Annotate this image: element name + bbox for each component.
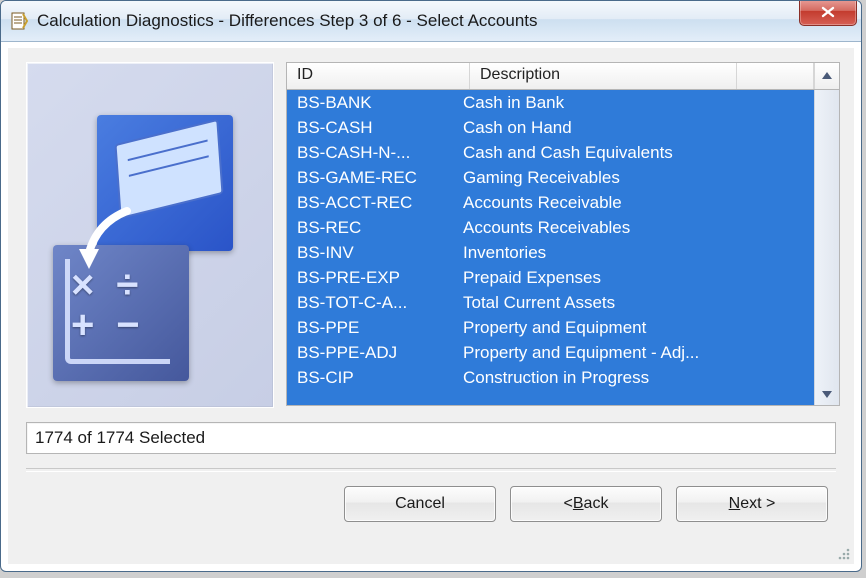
cell-id: BS-PPE-ADJ xyxy=(287,340,459,365)
cell-id: BS-TOT-C-A... xyxy=(287,290,459,315)
table-row[interactable]: BS-GAME-RECGaming Receivables xyxy=(287,165,814,190)
vertical-scrollbar[interactable] xyxy=(814,90,839,405)
accounts-list: ID Description BS-BANKCash in BankBS-CAS… xyxy=(286,62,840,406)
dialog-window: Calculation Diagnostics - Differences St… xyxy=(0,0,862,572)
cell-id: BS-BANK xyxy=(287,90,459,115)
back-suffix: ack xyxy=(584,495,609,513)
list-header: ID Description xyxy=(286,62,840,90)
back-prefix: < xyxy=(564,495,573,513)
back-mnemonic: B xyxy=(573,495,584,513)
cell-description: Accounts Receivable xyxy=(459,190,814,215)
table-row[interactable]: BS-CIPConstruction in Progress xyxy=(287,365,814,390)
cell-description: Total Current Assets xyxy=(459,290,814,315)
cancel-button[interactable]: Cancel xyxy=(344,486,496,522)
titlebar[interactable]: Calculation Diagnostics - Differences St… xyxy=(1,1,861,42)
cell-description: Accounts Receivables xyxy=(459,215,814,240)
table-row[interactable]: BS-RECAccounts Receivables xyxy=(287,215,814,240)
cell-description: Prepaid Expenses xyxy=(459,265,814,290)
window-title: Calculation Diagnostics - Differences St… xyxy=(37,11,538,31)
cell-description: Gaming Receivables xyxy=(459,165,814,190)
close-button[interactable] xyxy=(799,0,857,26)
next-button[interactable]: Next > xyxy=(676,486,828,522)
window-controls xyxy=(799,0,857,26)
cell-id: BS-INV xyxy=(287,240,459,265)
cell-description: Cash on Hand xyxy=(459,115,814,140)
column-header-spacer xyxy=(737,63,814,89)
next-suffix: ext > xyxy=(740,495,775,513)
cell-id: BS-CIP xyxy=(287,365,459,390)
table-row[interactable]: BS-BANKCash in Bank xyxy=(287,90,814,115)
table-row[interactable]: BS-TOT-C-A...Total Current Assets xyxy=(287,290,814,315)
column-header-description[interactable]: Description xyxy=(470,63,737,89)
wizard-illustration: ×÷ +− xyxy=(26,62,274,408)
table-row[interactable]: BS-PRE-EXPPrepaid Expenses xyxy=(287,265,814,290)
cell-id: BS-ACCT-REC xyxy=(287,190,459,215)
scroll-down-icon[interactable] xyxy=(816,383,838,405)
column-header-id[interactable]: ID xyxy=(287,63,470,89)
cell-description: Property and Equipment xyxy=(459,315,814,340)
table-row[interactable]: BS-CASH-N-...Cash and Cash Equivalents xyxy=(287,140,814,165)
cell-description: Cash in Bank xyxy=(459,90,814,115)
table-row[interactable]: BS-ACCT-RECAccounts Receivable xyxy=(287,190,814,215)
list-body[interactable]: BS-BANKCash in BankBS-CASHCash on HandBS… xyxy=(287,90,814,405)
status-row: 1774 of 1774 Selected xyxy=(26,422,836,454)
wizard-buttons: Cancel < Back Next > xyxy=(8,472,854,522)
upper-panel: ×÷ +− ID Description BS-BANKCash in Bank… xyxy=(8,48,854,416)
cancel-label: Cancel xyxy=(395,495,445,513)
list-body-wrap: BS-BANKCash in BankBS-CASHCash on HandBS… xyxy=(286,90,840,406)
next-mnemonic: N xyxy=(729,495,741,513)
table-row[interactable]: BS-INVInventories xyxy=(287,240,814,265)
cell-description: Cash and Cash Equivalents xyxy=(459,140,814,165)
table-row[interactable]: BS-PPEProperty and Equipment xyxy=(287,315,814,340)
cell-id: BS-CASH xyxy=(287,115,459,140)
cell-id: BS-CASH-N-... xyxy=(287,140,459,165)
cell-id: BS-PRE-EXP xyxy=(287,265,459,290)
cell-description: Property and Equipment - Adj... xyxy=(459,340,814,365)
cell-description: Inventories xyxy=(459,240,814,265)
table-row[interactable]: BS-PPE-ADJProperty and Equipment - Adj..… xyxy=(287,340,814,365)
app-icon xyxy=(9,11,29,31)
selection-status: 1774 of 1774 Selected xyxy=(26,422,836,454)
back-button[interactable]: < Back xyxy=(510,486,662,522)
cell-id: BS-REC xyxy=(287,215,459,240)
table-row[interactable]: BS-CASHCash on Hand xyxy=(287,115,814,140)
scroll-header-up[interactable] xyxy=(814,63,839,89)
close-icon xyxy=(819,6,837,18)
client-area: ×÷ +− ID Description BS-BANKCash in Bank… xyxy=(7,47,855,565)
cell-id: BS-GAME-REC xyxy=(287,165,459,190)
resize-grip-icon[interactable] xyxy=(834,544,852,562)
cell-description: Construction in Progress xyxy=(459,365,814,390)
cell-id: BS-PPE xyxy=(287,315,459,340)
